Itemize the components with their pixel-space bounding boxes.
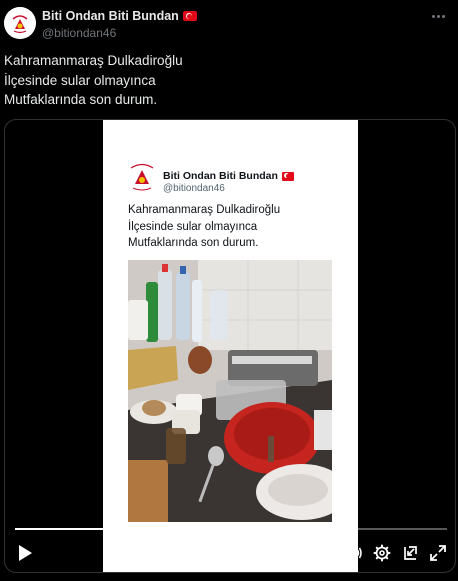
video-frame[interactable]: Biti Ondan Biti Bundan @bitiondan46 Kahr… bbox=[103, 120, 358, 572]
tweet-text-line: Mutfaklarında son durum. bbox=[4, 92, 158, 107]
account-logo-icon[interactable] bbox=[4, 7, 36, 39]
inner-tweet-text-line: İlçesinde sular olmayınca bbox=[128, 220, 258, 233]
tweet-text-line: İlçesinde sular olmayınca bbox=[4, 72, 156, 88]
inner-display-name-row: Biti Ondan Biti Bundan bbox=[163, 170, 294, 182]
volume-icon[interactable] bbox=[345, 544, 363, 562]
inner-turkey-flag-icon bbox=[281, 171, 294, 181]
inner-tweet-text-line: Mutfaklarında son durum. bbox=[128, 237, 259, 249]
inner-account-logo-icon bbox=[128, 160, 156, 194]
inner-handle: @bitiondan46 bbox=[163, 183, 225, 194]
play-icon[interactable] bbox=[17, 544, 33, 562]
video-time: 0:03 / 0:13 bbox=[275, 547, 332, 561]
video-progress-fill bbox=[15, 528, 115, 530]
video-controls: 0:03 / 0:13 bbox=[5, 538, 455, 570]
tweet-text-line: Kahramanmaraş Dulkadiroğlu bbox=[4, 53, 183, 68]
tweet-card: Biti Ondan Biti Bundan @bitiondan46 Kahr… bbox=[0, 0, 458, 581]
video-player[interactable]: Biti Ondan Biti Bundan @bitiondan46 Kahr… bbox=[4, 119, 456, 573]
video-progress-bar[interactable] bbox=[15, 528, 447, 530]
inner-tweet-text-line: Kahramanmaraş Dulkadiroğlu bbox=[128, 204, 281, 216]
tweet-text: Kahramanmaraş Dulkadiroğlu İlçesinde sul… bbox=[4, 51, 444, 110]
turkey-flag-icon bbox=[182, 11, 197, 21]
inner-tweet-text: Kahramanmaraş Dulkadiroğlu İlçesinde sul… bbox=[128, 202, 348, 252]
more-options-icon[interactable] bbox=[428, 9, 448, 23]
kitchen-photo bbox=[128, 260, 332, 522]
author-handle[interactable]: @bitiondan46 bbox=[42, 26, 116, 40]
picture-in-picture-icon[interactable] bbox=[401, 544, 419, 562]
display-name[interactable]: Biti Ondan Biti Bundan bbox=[42, 9, 179, 23]
inner-display-name: Biti Ondan Biti Bundan bbox=[163, 170, 278, 182]
author-name-row[interactable]: Biti Ondan Biti Bundan bbox=[42, 9, 197, 23]
fullscreen-icon[interactable] bbox=[429, 544, 447, 562]
settings-gear-icon[interactable] bbox=[373, 544, 391, 562]
